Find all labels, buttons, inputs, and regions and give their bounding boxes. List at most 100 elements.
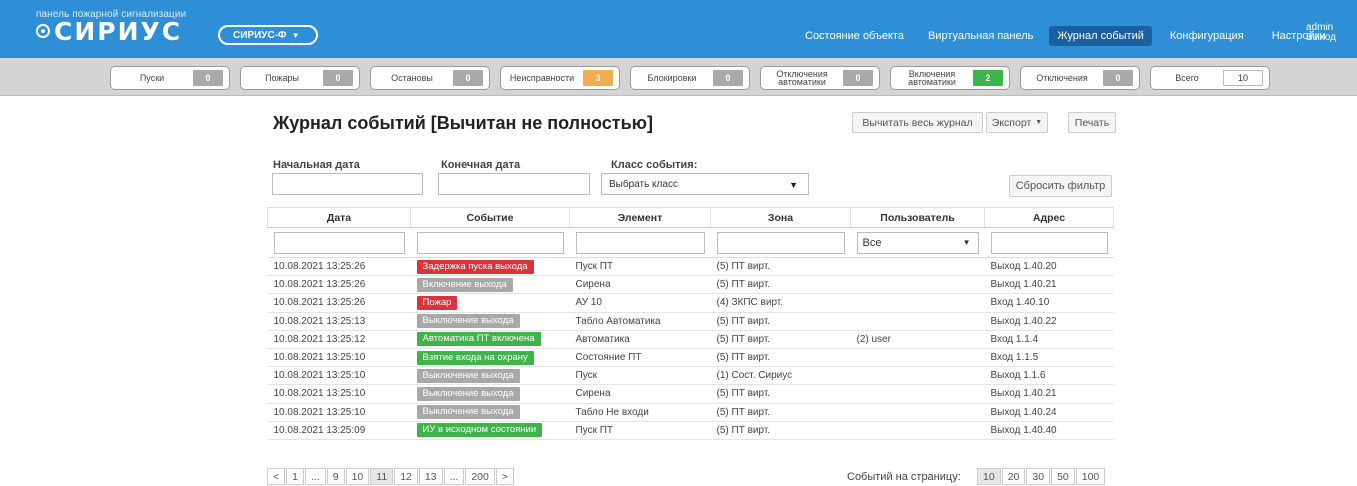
- counter-disables[interactable]: Отключения 0: [1020, 66, 1140, 90]
- counter-automation-on[interactable]: Включения автоматики 2: [890, 66, 1010, 90]
- chevron-down-icon: ▼: [962, 237, 971, 247]
- zone-cell: (5) ПТ вирт.: [710, 257, 851, 277]
- user-cell: (2) user: [850, 330, 985, 349]
- read-all-button[interactable]: Вычитать весь журнал: [852, 112, 983, 133]
- nav-event-log[interactable]: Журнал событий: [1049, 26, 1152, 46]
- element-cell: Табло Автоматика: [569, 312, 711, 331]
- page-link[interactable]: 10: [345, 468, 370, 485]
- counter-total[interactable]: Всего 10: [1150, 66, 1270, 90]
- user-filter-value: Все: [862, 236, 882, 249]
- table-row[interactable]: 10.08.2021 13:25:10 Выключение выхода Табл…: [267, 403, 1114, 422]
- end-date-input[interactable]: [438, 173, 590, 195]
- export-button[interactable]: Экспорт ▼: [986, 112, 1048, 133]
- brand-emblem-icon: [36, 24, 50, 38]
- page-link[interactable]: 12: [394, 468, 418, 485]
- column-header-event[interactable]: Событие: [410, 207, 570, 228]
- brand-logo[interactable]: СИРИУС: [36, 17, 182, 46]
- zone-filter-input[interactable]: [716, 231, 845, 254]
- table-row[interactable]: 10.08.2021 13:25:26 Пожар АУ 10 (4) ЗКПС ви…: [267, 293, 1114, 313]
- table-row[interactable]: 10.08.2021 13:25:13 Выключение выхода Табл…: [267, 312, 1114, 331]
- event-cell: Включение выхода: [410, 275, 570, 295]
- page-link[interactable]: 13: [418, 468, 443, 485]
- address-filter-input[interactable]: [990, 231, 1108, 254]
- reset-filter-button[interactable]: Сбросить фильтр: [1009, 175, 1112, 197]
- counter-value: 2: [973, 70, 1003, 86]
- filter-cell: [569, 227, 711, 258]
- date-filter-input[interactable]: [273, 231, 405, 254]
- element-cell: Сирена: [569, 275, 711, 295]
- start-date-input[interactable]: [272, 173, 423, 195]
- counter-launches[interactable]: Пуски 0: [110, 66, 230, 90]
- caret-down-icon: ▼: [291, 30, 300, 40]
- column-header-date[interactable]: Дата: [267, 207, 411, 228]
- counter-label: Отключения автоматики: [776, 69, 828, 87]
- date-cell: 10.08.2021 13:25:10: [267, 348, 411, 368]
- event-class-placeholder: Выбрать класс: [609, 178, 678, 190]
- counter-automation-off[interactable]: Отключения автоматики 0: [760, 66, 880, 90]
- counter-fires[interactable]: Пожары 0: [240, 66, 360, 90]
- user-cell: [850, 257, 985, 277]
- pagination: < 1 ... 9 10 11 12 13 ... 200 >: [267, 468, 515, 486]
- event-cell: Выключение выхода: [410, 403, 570, 422]
- per-page-option[interactable]: 20: [1001, 468, 1026, 485]
- user-cell: [850, 421, 985, 440]
- column-header-element[interactable]: Элемент: [569, 207, 711, 228]
- column-header-zone[interactable]: Зона: [710, 207, 851, 228]
- per-page-option[interactable]: 10: [977, 468, 1001, 485]
- page-ellipsis: ...: [304, 468, 326, 485]
- table-row[interactable]: 10.08.2021 13:25:10 Выключение выхода Пуск…: [267, 366, 1114, 386]
- page-next[interactable]: >: [495, 468, 514, 485]
- page-link[interactable]: 9: [326, 468, 345, 485]
- table-row[interactable]: 10.08.2021 13:25:26 Включение выхода Сирен…: [267, 275, 1114, 295]
- date-cell: 10.08.2021 13:25:26: [267, 275, 411, 295]
- nav-object-state[interactable]: Состояние объекта: [797, 26, 912, 46]
- counter-value: 0: [323, 70, 353, 86]
- user-filter-select[interactable]: Все ▼: [856, 231, 979, 254]
- table-body: 10.08.2021 13:25:26 Задержка пуска выхода…: [267, 257, 1114, 440]
- counter-blocks[interactable]: Блокировки 0: [630, 66, 750, 90]
- table-row[interactable]: 10.08.2021 13:25:09 ИУ в исходном состоян…: [267, 421, 1114, 440]
- logout-link[interactable]: Выход: [1306, 33, 1336, 43]
- event-class-select[interactable]: Выбрать класс ▼: [601, 173, 809, 195]
- page-current[interactable]: 11: [370, 468, 394, 485]
- table-row[interactable]: 10.08.2021 13:25:12 Автоматика ПТ включен…: [267, 330, 1114, 349]
- event-badge: Выключение выхода: [416, 386, 520, 401]
- device-selector[interactable]: СИРИУС-Ф ▼: [218, 25, 318, 45]
- nav-configuration[interactable]: Конфигурация: [1162, 26, 1252, 46]
- element-cell: Состояние ПТ: [569, 348, 711, 368]
- table-row[interactable]: 10.08.2021 13:25:10 Выключение выхода Сире…: [267, 384, 1114, 404]
- nav-virtual-panel[interactable]: Виртуальная панель: [920, 26, 1041, 46]
- page-ellipsis: ...: [443, 468, 465, 485]
- counter-stops[interactable]: Остановы 0: [370, 66, 490, 90]
- page-link[interactable]: 200: [465, 468, 495, 485]
- counter-faults[interactable]: Неисправности 3: [500, 66, 620, 90]
- column-header-address[interactable]: Адрес: [984, 207, 1114, 228]
- per-page-label: Событий на страницу:: [847, 471, 961, 483]
- event-badge: Взятие входа на охрану: [416, 350, 534, 365]
- per-page-option[interactable]: 50: [1051, 468, 1075, 485]
- filter-cell: [710, 227, 851, 258]
- element-cell: Сирена: [569, 384, 711, 404]
- zone-cell: (5) ПТ вирт.: [710, 348, 851, 368]
- user-cell: [850, 312, 985, 331]
- event-cell: Взятие входа на охрану: [410, 348, 570, 368]
- date-cell: 10.08.2021 13:25:09: [267, 421, 411, 440]
- event-cell: ИУ в исходном состоянии: [410, 421, 570, 440]
- table-row[interactable]: 10.08.2021 13:25:26 Задержка пуска выхода…: [267, 257, 1114, 277]
- counter-label: Включения автоматики: [908, 69, 956, 87]
- user-cell: [850, 403, 985, 422]
- address-cell: Выход 1.40.40: [984, 421, 1114, 440]
- counter-value: 3: [583, 70, 613, 86]
- element-filter-input[interactable]: [575, 231, 705, 254]
- per-page-option[interactable]: 100: [1075, 468, 1106, 485]
- counter-label: Отключения: [1036, 73, 1088, 83]
- print-button[interactable]: Печать: [1068, 112, 1116, 133]
- per-page-option[interactable]: 30: [1026, 468, 1051, 485]
- counter-value: 0: [843, 70, 873, 86]
- event-badge: Задержка пуска выхода: [416, 259, 534, 274]
- event-filter-input[interactable]: [416, 231, 564, 254]
- page-prev[interactable]: <: [267, 468, 286, 485]
- page-link[interactable]: 1: [286, 468, 304, 485]
- column-header-user[interactable]: Пользователь: [850, 207, 985, 228]
- table-row[interactable]: 10.08.2021 13:25:10 Взятие входа на охран…: [267, 348, 1114, 368]
